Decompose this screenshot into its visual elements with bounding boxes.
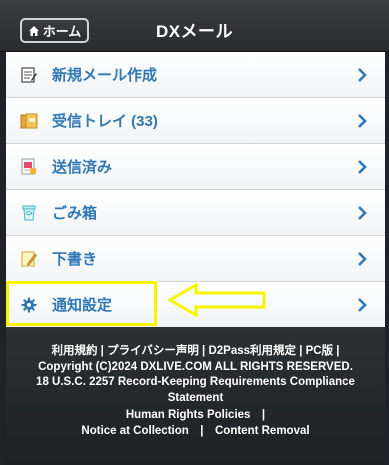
inbox-icon (20, 112, 38, 130)
menu-item-compose[interactable]: 新規メール作成 (6, 52, 385, 98)
menu-item-label: 新規メール作成 (52, 67, 158, 84)
chevron-right-icon (358, 159, 367, 174)
copyright-text: Copyright (C)2024 DXLIVE.COM ALL RIGHTS … (38, 360, 353, 373)
arrow-left-icon (168, 283, 266, 317)
draft-icon (20, 250, 38, 268)
human-rights-link[interactable]: Human Rights Policies | (6, 408, 385, 424)
notice-content-links[interactable]: Notice at Collection | Content Removal (6, 424, 385, 440)
chevron-right-icon (358, 297, 367, 312)
menu-item-sent[interactable]: 送信済み (6, 144, 385, 190)
sent-icon (20, 158, 38, 176)
footer-links[interactable]: 利用規約 | プライバシー声明 | D2Pass利用規定 | PC版 | (6, 344, 385, 360)
highlight-box (6, 281, 157, 326)
footer: 利用規約 | プライバシー声明 | D2Pass利用規定 | PC版 | Cop… (6, 327, 385, 465)
menu-item-inbox[interactable]: 受信トレイ (33) (6, 98, 385, 144)
menu-item-label: ごみ箱 (52, 205, 98, 222)
chevron-right-icon (358, 113, 367, 128)
menu-item-label: 受信トレイ (33) (52, 113, 158, 130)
menu-item-label: 下書き (52, 251, 98, 268)
compliance-link[interactable]: 18 U.S.C. 2257 Record-Keeping Requiremen… (6, 375, 385, 391)
chevron-right-icon (358, 251, 367, 266)
app-header: ホーム DXメール (0, 0, 389, 52)
menu-item-trash[interactable]: ごみ箱 (6, 190, 385, 236)
page-title: DXメール (155, 22, 234, 41)
chevron-right-icon (358, 67, 367, 82)
trash-icon (20, 204, 38, 222)
compose-icon (20, 66, 38, 84)
compliance-link-cont[interactable]: Statement (6, 391, 385, 407)
menu-item-label: 送信済み (52, 159, 113, 176)
chevron-right-icon (358, 205, 367, 220)
menu-item-draft[interactable]: 下書き (6, 236, 385, 282)
